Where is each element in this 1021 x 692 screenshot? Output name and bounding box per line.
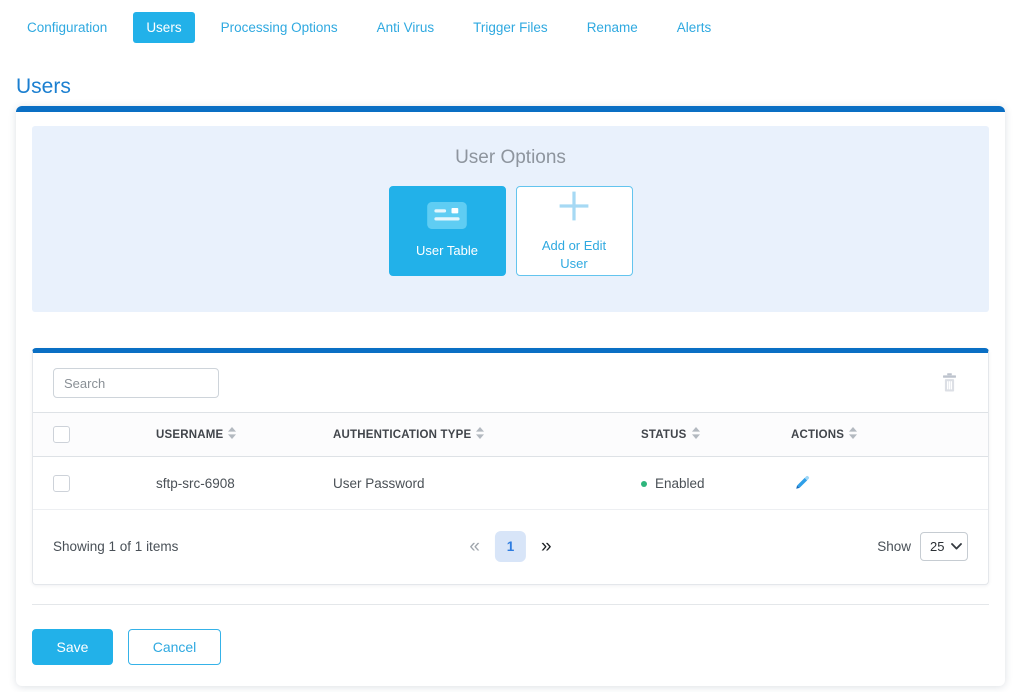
page-number-button[interactable]: 1 — [495, 531, 526, 562]
tab-bar: Configuration Users Processing Options A… — [0, 0, 1021, 43]
sort-icon — [228, 427, 236, 442]
page-title: Users — [16, 75, 1021, 99]
save-button[interactable]: Save — [32, 629, 113, 665]
tab-alerts[interactable]: Alerts — [664, 12, 725, 43]
sort-icon — [692, 427, 700, 442]
users-table: USERNAME AUTHENTICATION TYPE — [33, 412, 988, 510]
user-options-panel: User Options User Table — [32, 126, 989, 312]
tab-trigger-files[interactable]: Trigger Files — [460, 12, 561, 43]
cancel-button[interactable]: Cancel — [128, 629, 221, 665]
table-header-row: USERNAME AUTHENTICATION TYPE — [33, 413, 988, 457]
column-header-status[interactable]: STATUS — [641, 427, 700, 442]
add-or-edit-user-button[interactable]: Add or Edit User — [516, 186, 633, 276]
showing-count-text: Showing 1 of 1 items — [53, 539, 178, 554]
column-header-username[interactable]: USERNAME — [156, 427, 236, 442]
page-size-control: Show 25 — [877, 532, 968, 561]
users-table-card: USERNAME AUTHENTICATION TYPE — [32, 348, 989, 585]
status-label: Enabled — [655, 476, 705, 491]
select-all-checkbox[interactable] — [53, 426, 70, 443]
tab-configuration[interactable]: Configuration — [14, 12, 120, 43]
row-checkbox[interactable] — [53, 475, 70, 492]
table-card-icon — [427, 202, 467, 235]
search-input[interactable] — [53, 368, 219, 398]
plus-icon — [556, 188, 592, 230]
column-header-actions[interactable]: ACTIONS — [791, 427, 857, 442]
show-label: Show — [877, 539, 911, 554]
cell-actions — [791, 457, 988, 510]
form-actions: Save Cancel — [32, 629, 989, 665]
trash-icon — [941, 381, 958, 396]
tab-rename[interactable]: Rename — [574, 12, 651, 43]
previous-page-button[interactable]: « — [469, 536, 480, 558]
footer-divider — [32, 604, 989, 605]
sort-icon — [476, 427, 484, 442]
delete-selected-button[interactable] — [939, 371, 960, 395]
tab-anti-virus[interactable]: Anti Virus — [364, 12, 448, 43]
tab-users[interactable]: Users — [133, 12, 194, 43]
table-footer: Showing 1 of 1 items « 1 » Show 25 — [33, 510, 988, 584]
table-row: sftp-src-6908 User Password Enabled — [33, 457, 988, 510]
status-dot — [641, 481, 647, 487]
column-header-authentication-type[interactable]: AUTHENTICATION TYPE — [333, 427, 484, 442]
cell-authentication-type: User Password — [333, 457, 641, 510]
cell-status: Enabled — [641, 457, 791, 510]
tab-processing-options[interactable]: Processing Options — [208, 12, 351, 43]
edit-user-button[interactable] — [791, 471, 814, 494]
sort-icon — [849, 427, 857, 442]
pencil-icon — [793, 480, 812, 495]
user-options-title: User Options — [455, 147, 566, 169]
cell-username: sftp-src-6908 — [156, 457, 333, 510]
user-options-buttons: User Table Add or Edit User — [389, 186, 633, 276]
user-table-button[interactable]: User Table — [389, 186, 506, 276]
add-or-edit-user-button-label: Add or Edit User — [534, 237, 614, 275]
next-page-button[interactable]: » — [541, 536, 552, 558]
user-table-button-label: User Table — [407, 242, 487, 261]
page-size-select[interactable]: 25 — [920, 532, 968, 561]
users-card: User Options User Table — [16, 106, 1005, 686]
pagination: « 1 » — [469, 531, 551, 562]
table-toolbar — [33, 353, 988, 412]
